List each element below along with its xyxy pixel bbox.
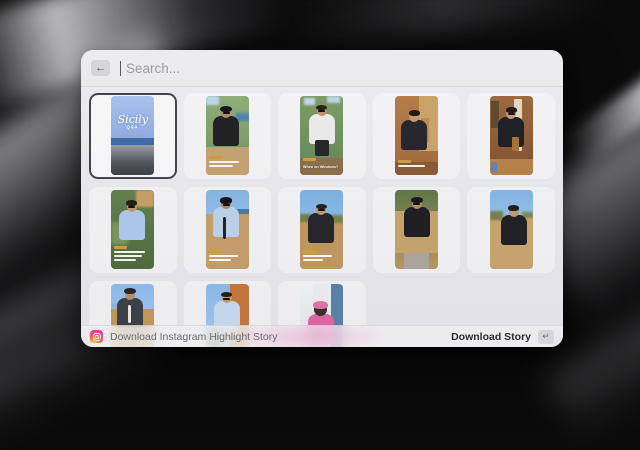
story-man-indoor-holding-board[interactable] [467, 93, 555, 179]
sunglasses [508, 113, 515, 115]
enter-key-icon[interactable]: ↵ [538, 330, 554, 344]
scene-block [491, 162, 497, 171]
caption-text-line [398, 165, 425, 167]
sunglasses [128, 206, 135, 208]
person-torso [501, 215, 527, 245]
enter-key-glyph: ↵ [542, 331, 550, 342]
story-caption [303, 250, 340, 263]
sunglasses [413, 203, 420, 205]
caption-username-tag [209, 250, 222, 253]
caption-username-tag [303, 250, 316, 253]
background-streak [288, 0, 601, 46]
person-hair [409, 110, 420, 116]
story-man-cap-blue-tee-beach-path-thumbnail [206, 190, 249, 269]
scene-block [315, 140, 329, 156]
person-hair [508, 205, 519, 211]
search-input[interactable] [124, 60, 553, 77]
scene-block [404, 253, 430, 269]
sunglasses [223, 298, 230, 300]
person-torso [401, 120, 427, 150]
story-man-indoor-orange-room[interactable] [373, 93, 461, 179]
person-torso [404, 207, 430, 237]
download-story-action[interactable]: Download Story [451, 331, 531, 343]
scene-block [111, 145, 154, 175]
footer-title: Download Instagram Highlight Story [110, 331, 278, 343]
person-hair [506, 107, 517, 113]
person-cap [313, 301, 328, 309]
desktop-background: { "search": { "placeholder": "Search..."… [0, 0, 640, 400]
caption-username-tag [114, 246, 127, 249]
caption-username-tag [303, 158, 316, 161]
scene-block [512, 137, 519, 151]
story-man-black-tee-quarry-thumbnail [395, 190, 438, 269]
caption-text-line [303, 255, 332, 257]
caption-text-line [114, 259, 135, 261]
person-hair [126, 200, 137, 206]
story-caption [114, 246, 151, 263]
launcher-window: ← SicilyQ&A When on Windows? Download Ins… [81, 50, 563, 347]
scene-block [128, 305, 130, 324]
person-torso [308, 213, 334, 243]
scene-block [206, 96, 219, 105]
story-woman-blue-shirt-garden-thumbnail [111, 190, 154, 269]
text-caret [120, 61, 121, 76]
story-cover-subtitle: Q&A [117, 126, 148, 130]
story-man-black-tee-quarry[interactable] [373, 187, 461, 273]
person-cap [220, 197, 232, 203]
person-torso [119, 210, 145, 240]
story-cover-title: Sicily [111, 114, 154, 125]
story-caption [209, 250, 246, 263]
caption-text-line [114, 255, 142, 257]
story-sicily-qa-cover[interactable]: SicilyQ&A [89, 93, 177, 179]
caption-text-line [209, 165, 233, 167]
person-torso [213, 207, 239, 237]
caption-text-line [114, 251, 145, 253]
back-button[interactable]: ← [91, 60, 110, 76]
scene-block [136, 190, 154, 207]
caption-username-tag [209, 156, 222, 159]
story-person-black-tee-hillside-thumbnail [300, 190, 343, 269]
story-grid: SicilyQ&A When on Windows? [81, 87, 563, 347]
scene-block [223, 217, 226, 239]
back-arrow-icon: ← [95, 62, 106, 74]
story-man-cap-blue-tee-beach-path[interactable] [184, 187, 272, 273]
sunglasses [223, 112, 230, 114]
background-streak [560, 0, 640, 169]
story-cover-text: SicilyQ&A [111, 114, 154, 131]
story-man-white-tee-trees-thumbnail: When on Windows? [300, 96, 343, 175]
caption-text-line [209, 161, 239, 163]
person-cap [411, 197, 423, 203]
scene-block [327, 96, 340, 103]
caption-username-tag [398, 160, 411, 163]
story-man-black-tee-desert[interactable] [467, 187, 555, 273]
search-bar: ← [81, 50, 563, 87]
story-woman-blue-shirt-garden[interactable] [89, 187, 177, 273]
story-man-indoor-orange-room-thumbnail [395, 96, 438, 175]
scene-block [490, 211, 503, 220]
sunglasses [223, 204, 230, 206]
story-man-white-tee-trees[interactable]: When on Windows? [278, 93, 366, 179]
story-man-black-tee-desert-thumbnail [490, 190, 533, 269]
person-cap [124, 288, 136, 294]
sunglasses [318, 209, 325, 211]
caption-text-line [303, 259, 322, 261]
person-hair [316, 204, 327, 210]
story-man-cap-black-tee-coast[interactable] [184, 93, 272, 179]
story-sicily-qa-cover-thumbnail: SicilyQ&A [111, 96, 154, 175]
caption-text-line [209, 255, 239, 257]
story-man-indoor-holding-board-thumbnail [490, 96, 533, 175]
story-person-black-tee-hillside[interactable] [278, 187, 366, 273]
caption-text-line [209, 259, 231, 261]
scene-block [304, 98, 315, 106]
story-caption [398, 160, 435, 169]
story-caption: When on Windows? [303, 158, 340, 169]
instagram-icon [90, 330, 103, 343]
caption-text: When on Windows? [303, 165, 326, 169]
person-torso [213, 116, 239, 146]
story-caption [209, 156, 246, 169]
story-man-cap-black-tee-coast-thumbnail [206, 96, 249, 175]
footer: Download Instagram Highlight Story Downl… [81, 325, 563, 347]
